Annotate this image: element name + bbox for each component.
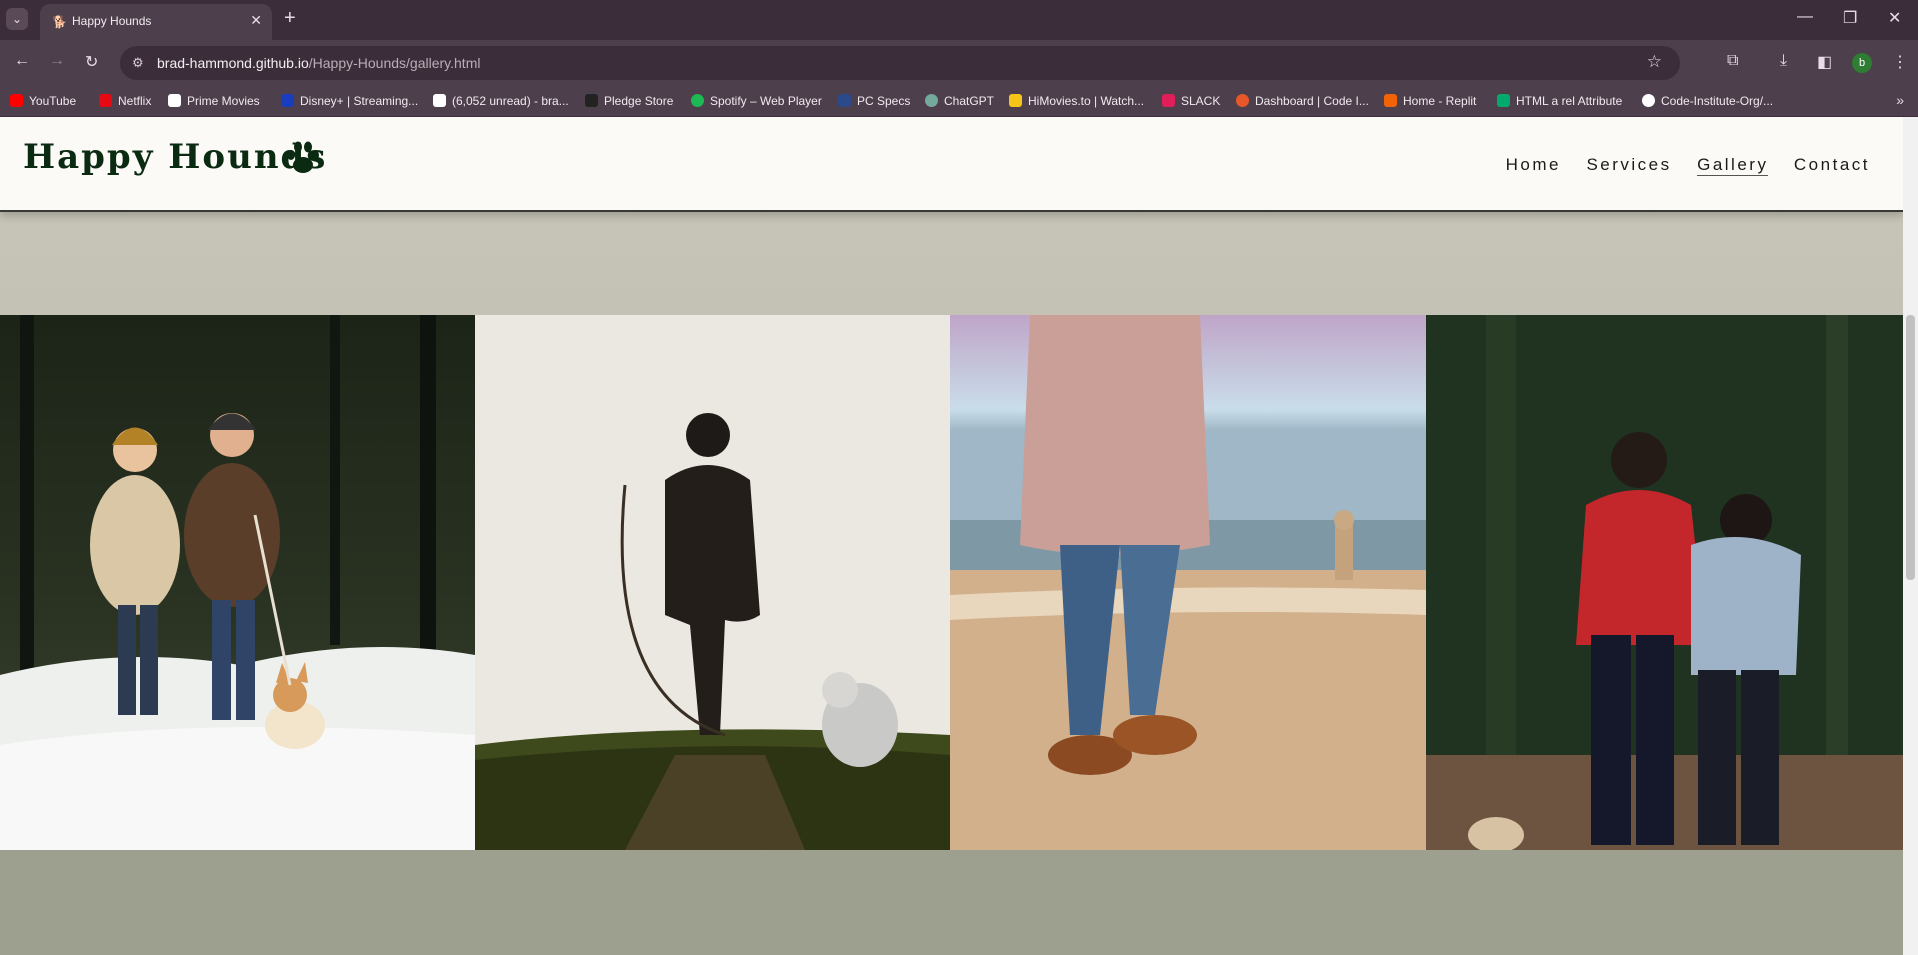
close-window-icon[interactable]: ✕ bbox=[1888, 8, 1901, 28]
bookmark-netflix[interactable]: Netflix bbox=[99, 94, 151, 108]
github-icon bbox=[1642, 94, 1655, 107]
close-tab-icon[interactable]: ✕ bbox=[250, 12, 262, 29]
chatgpt-icon bbox=[925, 94, 938, 107]
site-header: Happy Hounds Home Services Gallery Conta… bbox=[0, 117, 1903, 212]
bookmark-youtube[interactable]: YouTube bbox=[10, 94, 76, 108]
pc-specs-icon bbox=[838, 94, 851, 107]
side-panel-icon[interactable]: ◧ bbox=[1817, 52, 1832, 72]
gallery-page: Happy Hounds Home Services Gallery Conta… bbox=[0, 117, 1903, 955]
nav-home[interactable]: Home bbox=[1506, 155, 1561, 175]
nav-services[interactable]: Services bbox=[1586, 155, 1671, 175]
forward-icon[interactable]: → bbox=[49, 52, 65, 70]
tab-title: Happy Hounds bbox=[72, 14, 152, 28]
nav-contact[interactable]: Contact bbox=[1794, 155, 1870, 175]
bookmark-slack[interactable]: SLACK bbox=[1162, 94, 1220, 108]
youtube-icon bbox=[10, 94, 23, 107]
url-text[interactable]: brad-hammond.github.io/Happy-Hounds/gall… bbox=[157, 55, 480, 71]
bookmark-mail[interactable]: (6,052 unread) - bra... bbox=[433, 94, 569, 108]
gallery-photo-silhouette[interactable] bbox=[475, 315, 950, 850]
bookmark-replit[interactable]: Home - Replit bbox=[1384, 94, 1476, 108]
download-icon[interactable]: ⤓ bbox=[1780, 52, 1787, 70]
site-info-icon[interactable]: ⚙ bbox=[132, 55, 144, 71]
mail-icon bbox=[433, 94, 446, 107]
scrollbar-thumb[interactable] bbox=[1906, 315, 1915, 580]
paw-icon bbox=[287, 141, 319, 173]
bookmark-disney[interactable]: Disney+ | Streaming... bbox=[281, 94, 418, 108]
back-icon[interactable]: ← bbox=[14, 52, 30, 70]
site-logo-text[interactable]: Happy Hounds bbox=[23, 137, 327, 177]
reload-icon[interactable]: ↻ bbox=[85, 52, 98, 72]
replit-icon bbox=[1384, 94, 1397, 107]
minimize-icon[interactable]: — bbox=[1797, 8, 1813, 26]
play-icon bbox=[1009, 94, 1022, 107]
new-tab-icon[interactable]: + bbox=[284, 8, 296, 28]
bookmarks-bar: YouTube Netflix Prime Movies Disney+ | S… bbox=[0, 86, 1918, 117]
amazon-icon bbox=[168, 94, 181, 107]
netflix-icon bbox=[99, 94, 112, 107]
gallery-photo-snow-walk[interactable] bbox=[0, 315, 475, 850]
bookmark-html-rel[interactable]: HTML a rel Attribute bbox=[1497, 94, 1622, 108]
bookmark-github[interactable]: Code-Institute-Org/... bbox=[1642, 94, 1773, 108]
page-scrollbar[interactable] bbox=[1903, 117, 1918, 955]
bookmark-prime-movies[interactable]: Prime Movies bbox=[168, 94, 260, 108]
bookmark-dashboard[interactable]: Dashboard | Code I... bbox=[1236, 94, 1369, 108]
bookmark-pledge-store[interactable]: Pledge Store bbox=[585, 94, 673, 108]
menu-icon[interactable]: ⋮ bbox=[1892, 52, 1908, 72]
tab-search-icon[interactable]: ⌄ bbox=[6, 8, 28, 30]
page-viewport: Happy Hounds Home Services Gallery Conta… bbox=[0, 117, 1918, 955]
w3schools-icon bbox=[1497, 94, 1510, 107]
dashboard-icon bbox=[1236, 94, 1249, 107]
browser-tab-active[interactable]: 🐕 Happy Hounds ✕ bbox=[40, 4, 272, 40]
bookmark-star-icon[interactable]: ☆ bbox=[1647, 52, 1662, 72]
nav-gallery[interactable]: Gallery bbox=[1697, 155, 1769, 176]
browser-toolbar: ← → ↻ ⚙ brad-hammond.github.io/Happy-Hou… bbox=[0, 40, 1918, 86]
gallery-photo-beach[interactable] bbox=[950, 315, 1426, 850]
pledge-store-icon bbox=[585, 94, 598, 107]
bookmark-spotify[interactable]: Spotify – Web Player bbox=[691, 94, 822, 108]
bookmark-himovies[interactable]: HiMovies.to | Watch... bbox=[1009, 94, 1144, 108]
gallery-grid bbox=[0, 315, 1903, 850]
browser-tab-bar: ⌄ 🐕 Happy Hounds ✕ + — ❐ ✕ bbox=[0, 0, 1918, 40]
address-bar[interactable]: ⚙ brad-hammond.github.io/Happy-Hounds/ga… bbox=[120, 46, 1680, 80]
disney-icon bbox=[281, 94, 294, 107]
restore-icon[interactable]: ❐ bbox=[1843, 8, 1857, 28]
bookmark-pc-specs[interactable]: PC Specs bbox=[838, 94, 910, 108]
main-nav: Home Services Gallery Contact bbox=[1485, 155, 1870, 176]
gallery-photo-couple[interactable] bbox=[1426, 315, 1903, 850]
profile-avatar[interactable]: b bbox=[1852, 53, 1872, 73]
bookmark-chatgpt[interactable]: ChatGPT bbox=[925, 94, 994, 108]
extensions-icon[interactable]: ⧉ bbox=[1727, 52, 1738, 70]
more-bookmarks-icon[interactable]: » bbox=[1896, 92, 1904, 108]
slack-icon bbox=[1162, 94, 1175, 107]
favicon-icon: 🐕 bbox=[52, 15, 67, 29]
spotify-icon bbox=[691, 94, 704, 107]
